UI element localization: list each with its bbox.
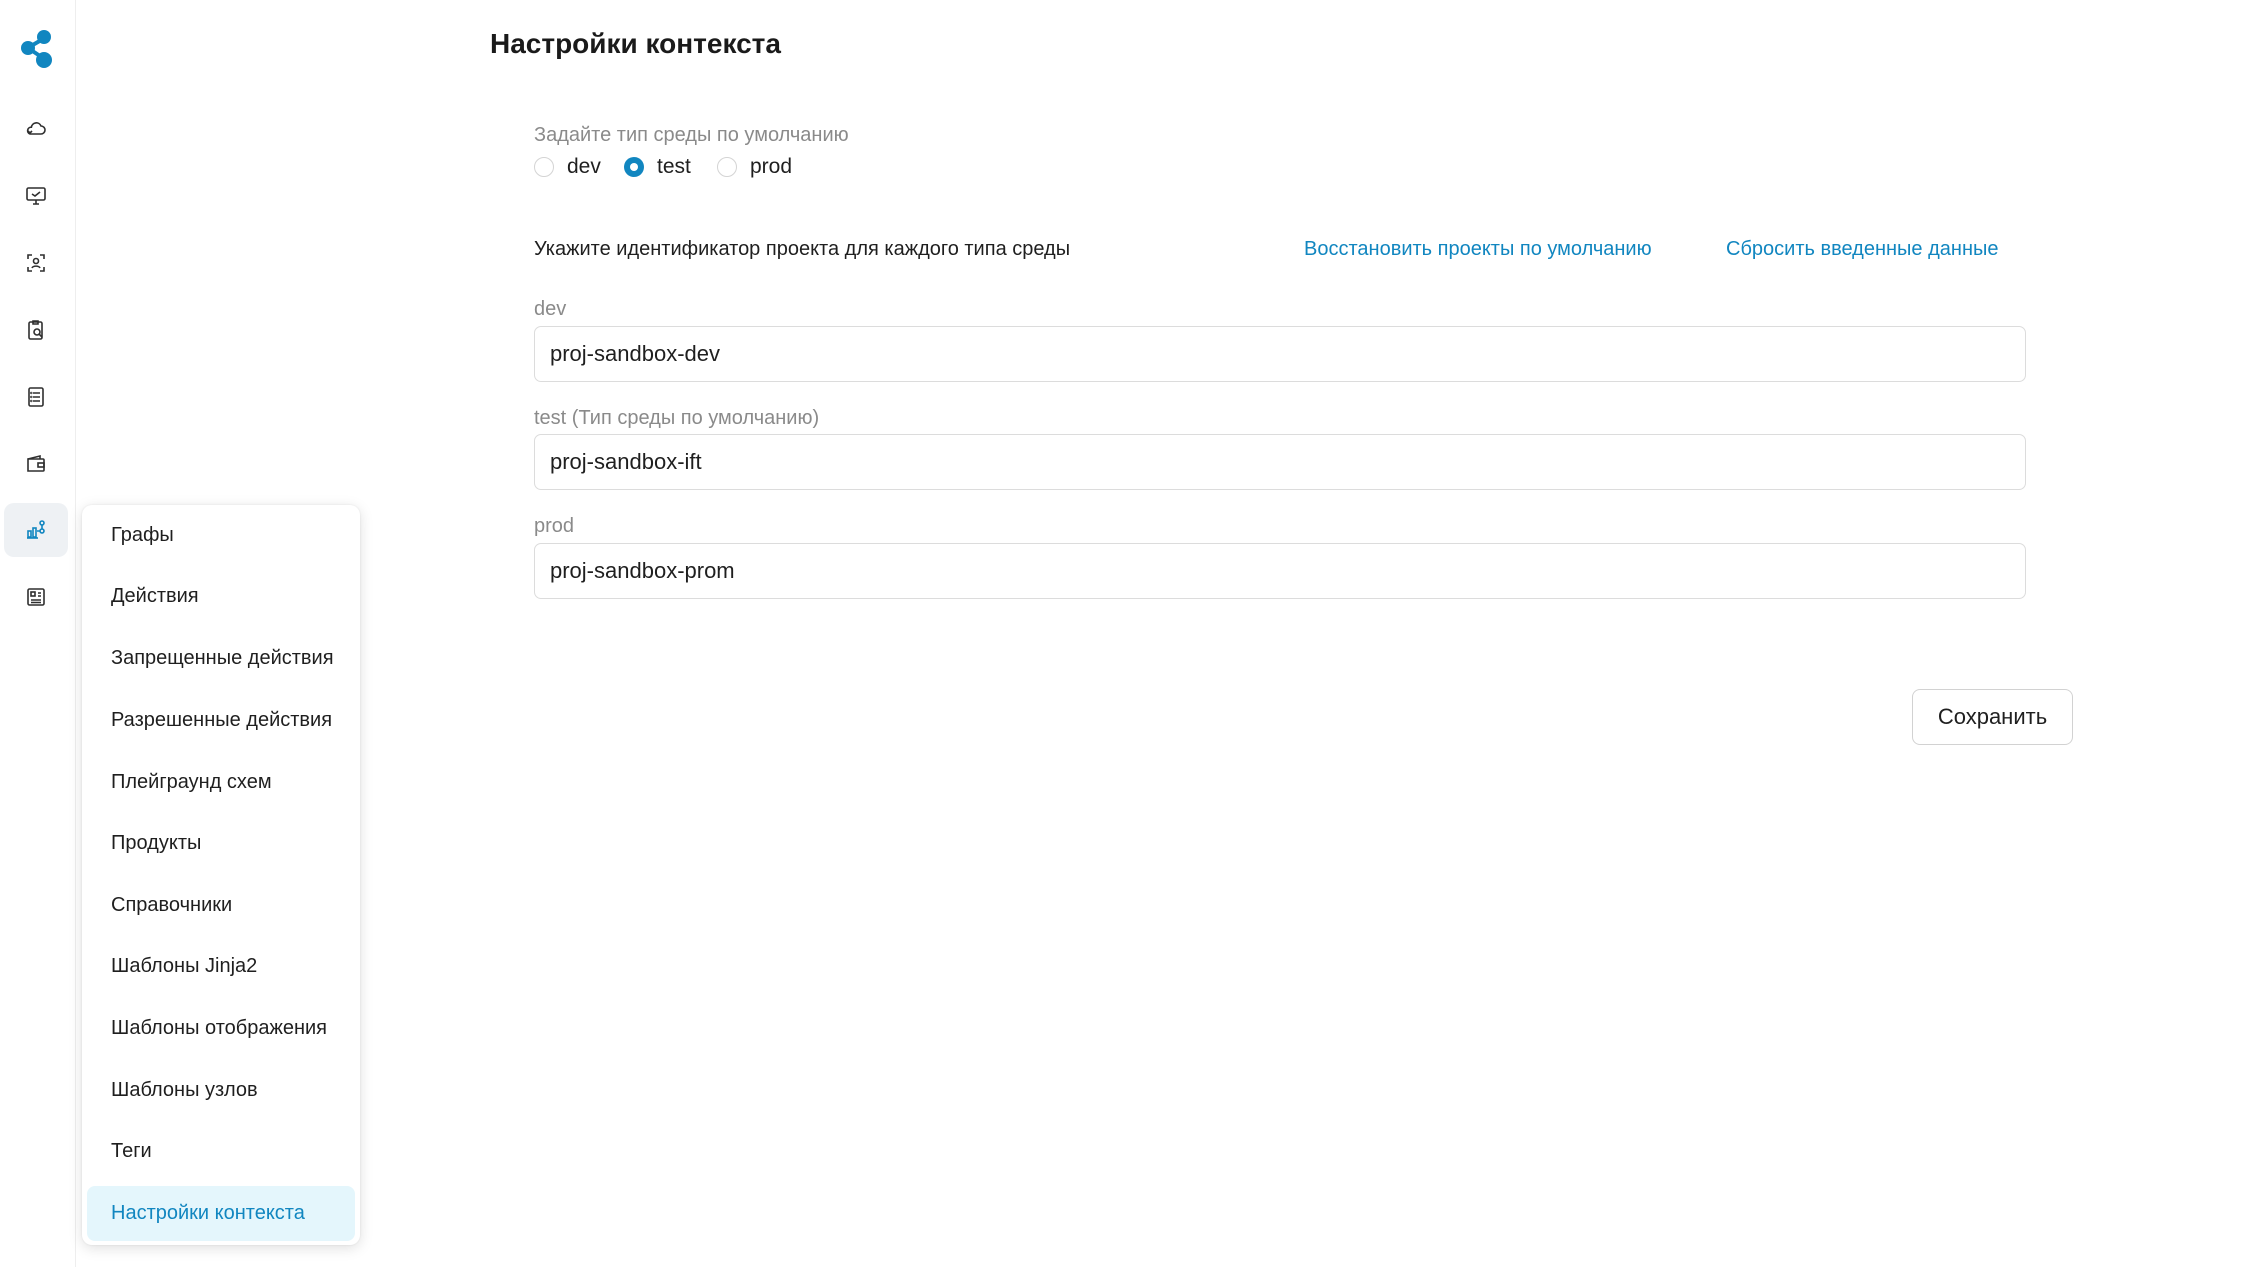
radio-label: dev (567, 155, 601, 178)
menu-item-actions[interactable]: Действия (87, 569, 355, 624)
radio-dev[interactable]: dev (534, 155, 601, 179)
menu-item-products[interactable]: Продукты (87, 816, 355, 871)
save-button[interactable]: Сохранить (1912, 689, 2073, 745)
restore-defaults-link[interactable]: Восстановить проекты по умолчанию (1304, 238, 1652, 261)
prod-field-label: prod (534, 515, 575, 537)
rail-item-scan[interactable] (4, 236, 68, 290)
prod-project-input[interactable] (534, 543, 2026, 599)
radio-prod[interactable]: prod (717, 155, 792, 179)
rail-item-monitor[interactable] (4, 169, 68, 223)
menu-item-tags[interactable]: Теги (87, 1124, 355, 1179)
dashboard-report-icon (27, 588, 45, 606)
radio-button[interactable] (717, 157, 737, 177)
rail-item-dashboard[interactable] (4, 570, 68, 624)
cloud-icon (26, 122, 46, 135)
clipboard-search-icon (28, 320, 43, 340)
menu-item-display-templates[interactable]: Шаблоны отображения (87, 1001, 355, 1056)
default-env-label: Задайте тип среды по умолчанию (534, 124, 849, 146)
rail-item-wallet[interactable] (4, 437, 68, 491)
radio-label: test (657, 155, 691, 178)
menu-item-schema-playground[interactable]: Плейграунд схем (87, 755, 355, 810)
page-title: Настройки контекста (490, 28, 781, 59)
rail-item-graphs[interactable] (4, 503, 68, 557)
menu-item-jinja2-templates[interactable]: Шаблоны Jinja2 (87, 939, 355, 994)
graphs-submenu: Графы Действия Запрещенные действия Разр… (82, 505, 360, 1245)
rail-item-cloud[interactable] (4, 102, 68, 156)
rail-item-clipboard[interactable] (4, 303, 68, 357)
sidebar-rail (0, 0, 76, 1267)
graph-nodes-icon (27, 520, 45, 539)
test-field-label: test (Тип среды по умолчанию) (534, 407, 820, 429)
dev-field-label: dev (534, 298, 567, 320)
rail-item-list[interactable] (4, 370, 68, 424)
app-logo-icon[interactable] (19, 28, 57, 70)
dev-project-input[interactable] (534, 326, 2026, 382)
menu-item-node-templates[interactable]: Шаблоны узлов (87, 1063, 355, 1118)
project-id-hint: Укажите идентификатор проекта для каждог… (534, 238, 1071, 260)
scan-person-icon (27, 254, 45, 272)
list-document-icon (28, 387, 44, 407)
reset-input-link[interactable]: Сбросить введенные данные (1726, 238, 1998, 261)
menu-item-allowed-actions[interactable]: Разрешенные действия (87, 693, 355, 748)
radio-label: prod (750, 155, 793, 178)
menu-item-graphs[interactable]: Графы (87, 508, 355, 563)
menu-item-dictionaries[interactable]: Справочники (87, 878, 355, 933)
monitor-icon (26, 187, 46, 205)
radio-button[interactable] (624, 157, 644, 177)
radio-test[interactable]: test (624, 155, 691, 179)
menu-item-forbidden-actions[interactable]: Запрещенные действия (87, 631, 355, 686)
radio-button[interactable] (534, 157, 554, 177)
wallet-icon (27, 454, 45, 472)
menu-item-context-settings[interactable]: Настройки контекста (87, 1186, 355, 1241)
test-project-input[interactable] (534, 434, 2026, 490)
